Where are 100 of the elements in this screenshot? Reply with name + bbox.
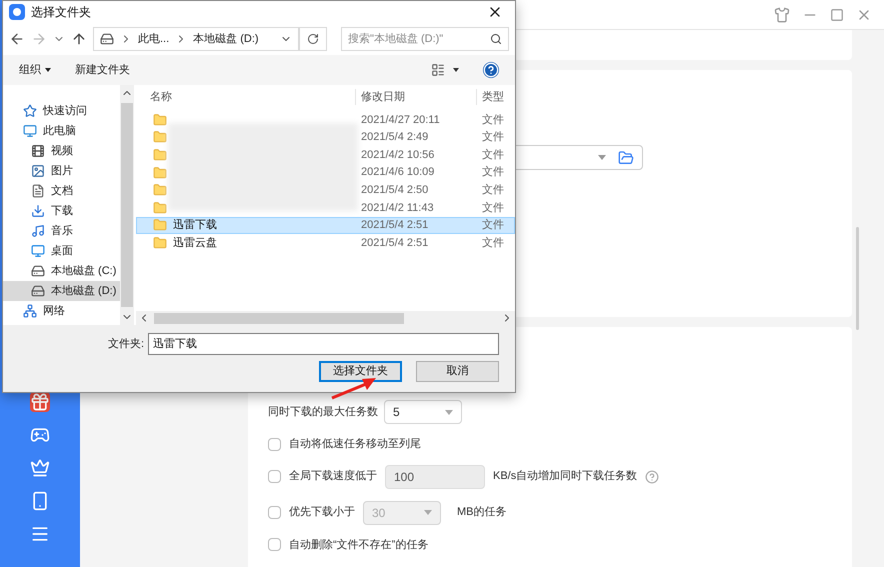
checkbox[interactable]: [268, 470, 281, 483]
view-icon[interactable]: [431, 63, 445, 77]
gift-icon[interactable]: [30, 392, 50, 412]
refresh-icon: [307, 33, 319, 45]
folder-icon[interactable]: [618, 150, 634, 166]
file-row[interactable]: 2021/4/2 10:56 文件: [136, 146, 515, 164]
file-type: 文件: [481, 148, 504, 163]
column-header[interactable]: 名称: [136, 88, 355, 106]
annotation-arrow: [330, 376, 378, 400]
setting-label: KB/s自动增加同时下载任务数: [493, 469, 638, 484]
setting-label: 自动将低速任务移动至列尾: [289, 437, 421, 452]
refresh-button[interactable]: [299, 27, 327, 51]
maximize-icon[interactable]: [830, 8, 844, 22]
nav-item[interactable]: 本地磁盘 (C:): [3, 261, 120, 281]
file-date: 2021/5/4 2:51: [360, 236, 430, 251]
column-header[interactable]: 修改日期: [355, 88, 476, 106]
folder-icon: [153, 200, 167, 215]
file-date: 2021/4/6 10:09: [360, 165, 436, 180]
organize-menu[interactable]: 组织: [19, 62, 51, 78]
back-icon[interactable]: [9, 31, 25, 47]
setting-label: 优先下载小于: [289, 505, 355, 520]
file-date: 2021/5/4 2:49: [360, 130, 430, 146]
caret-icon: [45, 68, 51, 72]
caret-icon: [445, 410, 453, 414]
checkbox[interactable]: [268, 438, 281, 451]
file-type: 文件: [481, 182, 504, 198]
file-row[interactable]: 2021/4/27 20:11 文件: [136, 111, 515, 129]
address-bar[interactable]: 此电... 本地磁盘 (D:): [93, 27, 299, 51]
select-folder-button[interactable]: 选择文件夹: [319, 361, 402, 382]
search-icon: [490, 33, 502, 45]
nav-item[interactable]: 文档: [3, 181, 120, 201]
desktop-icon: [31, 244, 45, 258]
file-row[interactable]: 迅雷云盘 2021/5/4 2:51 文件: [136, 234, 515, 252]
scrollbar-thumb[interactable]: [121, 103, 133, 307]
folder-icon: [153, 218, 167, 232]
dialog-title: 选择文件夹: [31, 4, 92, 21]
setting-label: MB的任务: [457, 505, 506, 520]
star-icon: [23, 104, 37, 118]
file-type: 文件: [481, 112, 504, 128]
file-row[interactable]: 迅雷下载 2021/5/4 2:51 文件: [136, 216, 515, 234]
checkbox[interactable]: [268, 538, 281, 552]
file-date: 2021/5/4 2:50: [360, 182, 430, 198]
number-select[interactable]: 5: [384, 400, 462, 424]
speed-input[interactable]: 100: [385, 464, 485, 488]
folder-icon: [153, 166, 167, 180]
music-note-icon: [31, 224, 45, 238]
cancel-button[interactable]: 取消: [416, 361, 499, 382]
breadcrumb-item[interactable]: 此电...: [138, 30, 170, 48]
column-header[interactable]: 类型: [476, 88, 504, 106]
search-input[interactable]: 搜索"本地磁盘 (D:)": [348, 30, 490, 48]
file-type: 文件: [481, 130, 504, 146]
file-date: 2021/5/4 2:51: [360, 218, 430, 234]
caret-icon: [424, 510, 432, 515]
new-folder-button[interactable]: 新建文件夹: [75, 62, 130, 78]
file-type: 文件: [481, 218, 504, 234]
folder-name-field[interactable]: 迅雷下载: [148, 333, 499, 355]
breadcrumb-item[interactable]: 本地磁盘 (D:): [193, 30, 259, 48]
file-row[interactable]: 2021/5/4 2:49 文件: [136, 128, 515, 146]
folder-label: 文件夹:: [108, 336, 144, 352]
file-row[interactable]: 2021/4/6 10:09 文件: [136, 164, 515, 182]
setting-label: 自动删除“文件不存在”的任务: [289, 538, 428, 552]
drive-icon: [100, 32, 114, 46]
forward-icon[interactable]: [31, 31, 47, 47]
file-date: 2021/4/2 11:43: [360, 200, 435, 216]
folder-icon: [153, 236, 167, 250]
nav-item[interactable]: 本地磁盘 (D:): [3, 281, 120, 301]
crown-icon[interactable]: [30, 458, 50, 478]
nav-item[interactable]: 桌面: [3, 241, 120, 261]
search-field[interactable]: 搜索"本地磁盘 (D:)": [341, 27, 509, 51]
nav-item[interactable]: 下载: [3, 201, 120, 221]
nav-item[interactable]: 音乐: [3, 221, 120, 241]
document-icon: [31, 184, 45, 198]
caret-icon: [598, 155, 606, 160]
nav-item[interactable]: 网络: [3, 301, 120, 321]
computer-icon: [23, 124, 37, 138]
download-icon: [31, 204, 45, 218]
film-icon: [31, 144, 45, 158]
nav-item[interactable]: 此电脑: [3, 121, 120, 141]
caret-icon[interactable]: [453, 68, 459, 72]
file-name: 迅雷云盘: [173, 236, 217, 251]
file-date: 2021/4/2 10:56: [360, 148, 436, 163]
up-icon[interactable]: [71, 31, 87, 47]
file-row[interactable]: 2021/4/2 11:43 文件: [136, 198, 515, 217]
file-type: 文件: [481, 200, 504, 216]
drive-icon: [31, 264, 45, 278]
app-logo-icon: [9, 4, 25, 20]
scrollbar-thumb[interactable]: [856, 227, 859, 330]
nav-item[interactable]: 快速访问: [3, 101, 120, 121]
nav-item[interactable]: 视频: [3, 141, 120, 161]
nav-item[interactable]: 图片: [3, 161, 120, 181]
folder-icon: [153, 148, 167, 162]
file-row[interactable]: 2021/5/4 2:50 文件: [136, 181, 515, 199]
network-icon: [23, 304, 37, 318]
checkbox[interactable]: [268, 506, 281, 519]
setting-label: 同时下载的最大任务数: [268, 404, 378, 420]
picture-icon: [31, 164, 45, 178]
scrollbar-thumb[interactable]: [154, 312, 404, 324]
file-date: 2021/4/27 20:11: [360, 112, 441, 128]
shirt-icon[interactable]: [774, 6, 790, 22]
drive-icon: [31, 284, 45, 298]
